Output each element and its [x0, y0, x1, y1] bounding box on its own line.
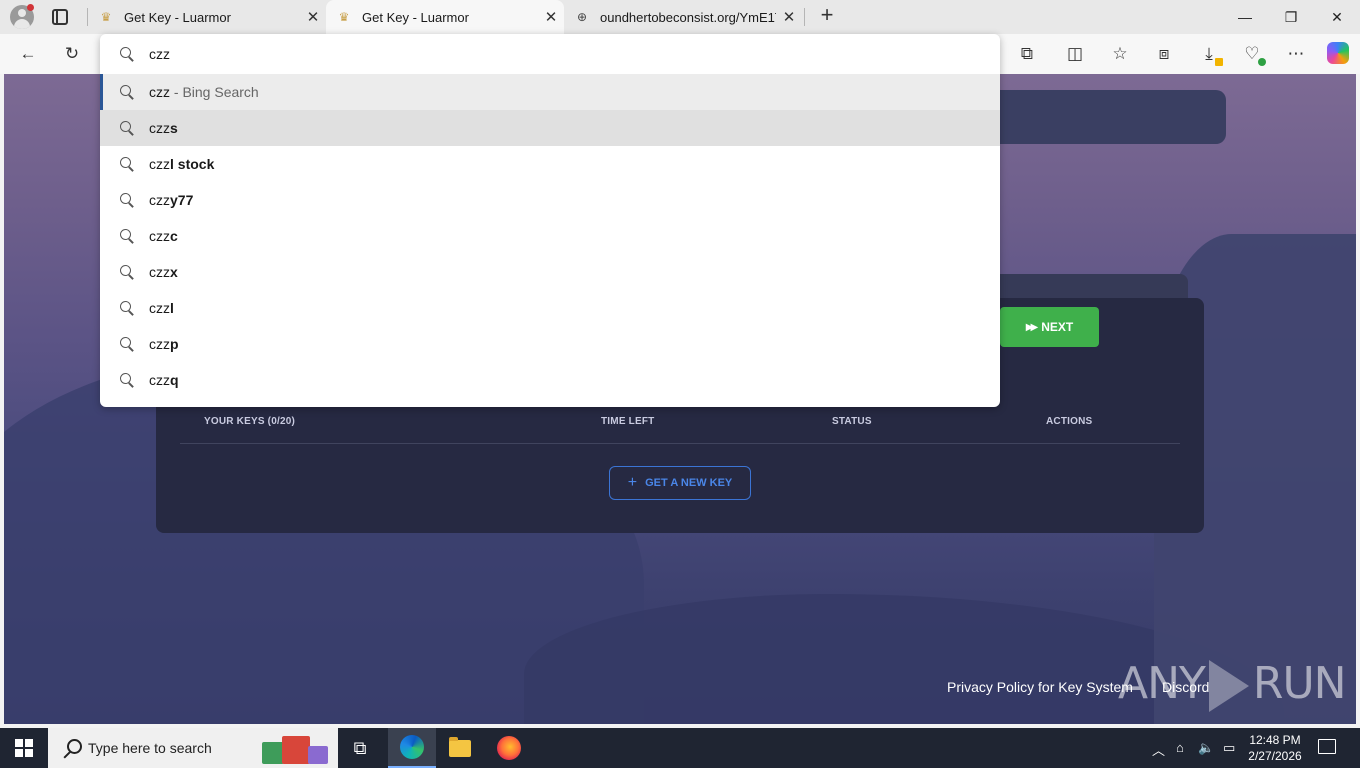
get-new-key-button[interactable]: + GET A NEW KEY [609, 466, 751, 500]
suggestion-text: czzl stock [149, 156, 215, 172]
taskbar-search-placeholder: Type here to search [88, 740, 212, 756]
next-button[interactable]: ▶▶ NEXT [1000, 307, 1099, 347]
favorites-icon[interactable]: ☆ [1108, 42, 1132, 66]
search-icon [118, 336, 134, 352]
suggestion-text: czzq [149, 372, 179, 388]
suggestion-item[interactable]: czzl [100, 290, 1000, 326]
chevron-up-icon[interactable]: ︿ [1152, 740, 1165, 759]
suggestion-text: czzp [149, 336, 179, 352]
volume-icon[interactable]: 🔈 [1198, 740, 1214, 756]
network-icon[interactable]: ▭ [1223, 740, 1235, 756]
close-window-button[interactable]: ✕ [1314, 0, 1360, 34]
tab-separator [87, 8, 88, 26]
search-icon [118, 264, 134, 280]
tab-get-key-2[interactable]: ♛ Get Key - Luarmor ✕ [326, 0, 564, 34]
collections-icon[interactable]: ⧈ [1152, 42, 1176, 66]
suggestion-text: czz - Bing Search [149, 84, 259, 100]
luarmor-favicon-icon: ♛ [338, 10, 350, 24]
search-icon [118, 300, 134, 316]
plus-icon: + [627, 474, 638, 491]
file-explorer-icon[interactable] [436, 728, 484, 768]
tab-title: Get Key - Luarmor [362, 9, 469, 25]
restore-button[interactable]: ❐ [1268, 0, 1314, 34]
windows-taskbar: Type here to search ⧉ ︿ ⌂ 🔈 ▭ 12:48 PM 2… [0, 728, 1360, 768]
edge-taskbar-icon[interactable] [388, 728, 436, 768]
tab-strip: ♛ Get Key - Luarmor ✕ ♛ Get Key - Luarmo… [0, 0, 1360, 34]
tab-title: Get Key - Luarmor [124, 9, 231, 25]
fast-forward-icon: ▶▶ [1025, 321, 1039, 333]
suggestion-item[interactable]: czzl stock [100, 146, 1000, 182]
warning-badge [1215, 58, 1223, 66]
suggestion-text: czzy77 [149, 192, 194, 208]
suggestion-text: czzc [149, 228, 178, 244]
tab-close-icon[interactable]: ✕ [300, 8, 326, 26]
globe-icon: ⊕ [576, 10, 588, 24]
status-badge [1258, 58, 1266, 66]
search-icon [118, 192, 134, 208]
tab-get-key-1[interactable]: ♛ Get Key - Luarmor ✕ [88, 0, 326, 34]
task-view-icon[interactable]: ⧉ [336, 728, 384, 768]
system-clock[interactable]: 12:48 PM 2/27/2026 [1244, 732, 1306, 764]
more-menu-icon[interactable]: ⋯ [1284, 42, 1308, 66]
browser-essentials-icon[interactable]: ♡ [1240, 42, 1266, 66]
address-input-text: czz [149, 46, 170, 62]
extensions-icon[interactable]: ⧉ [1015, 42, 1039, 66]
table-divider [180, 443, 1180, 444]
search-icon [118, 120, 134, 136]
col-header-actions: ACTIONS [1046, 416, 1093, 427]
selection-indicator [100, 74, 103, 110]
suggestion-item[interactable]: czzp [100, 326, 1000, 362]
suggestion-item[interactable]: czzc [100, 218, 1000, 254]
notification-center-icon[interactable] [1318, 739, 1336, 754]
col-header-status: STATUS [832, 416, 872, 427]
clock-date: 2/27/2026 [1248, 749, 1302, 763]
clock-time: 12:48 PM [1249, 733, 1301, 747]
search-icon [118, 84, 134, 100]
search-icon [118, 228, 134, 244]
suggestion-item[interactable]: czzq [100, 362, 1000, 398]
next-button-label: NEXT [1041, 320, 1074, 334]
address-bar-dropdown: czz czz - Bing Search czzs czzl stock czzy7… [100, 34, 1000, 407]
tab-close-icon[interactable]: ✕ [538, 8, 564, 26]
tab-close-icon[interactable]: ✕ [776, 8, 802, 26]
copilot-icon[interactable] [1327, 42, 1349, 64]
suggestion-text: czzs [149, 120, 178, 136]
split-screen-icon[interactable]: ◫ [1063, 42, 1087, 66]
meet-now-icon[interactable]: ⌂ [1176, 740, 1184, 755]
luarmor-favicon-icon: ♛ [100, 10, 112, 24]
minimize-button[interactable]: — [1222, 0, 1268, 34]
col-header-time-left: TIME LEFT [601, 416, 655, 427]
firefox-icon[interactable] [485, 728, 533, 768]
search-icon [62, 739, 82, 757]
address-input[interactable]: czz [100, 34, 1000, 74]
suggestion-item[interactable]: czz - Bing Search [100, 74, 1000, 110]
suggestion-item[interactable]: czzs [100, 110, 1000, 146]
back-icon[interactable]: ← [16, 42, 40, 66]
anyrun-watermark-logo: ANY RUN [1118, 658, 1347, 712]
windows-start-icon[interactable] [15, 739, 33, 757]
privacy-policy-link[interactable]: Privacy Policy for Key System [947, 679, 1133, 695]
search-icon [118, 156, 134, 172]
gifts-icon [262, 734, 332, 764]
header-panel [998, 90, 1226, 144]
search-icon [118, 372, 134, 388]
tab-external-site[interactable]: ⊕ oundhertobeconsist.org/YmE1TG ✕ [564, 0, 802, 34]
suggestion-text: czzl [149, 300, 174, 316]
tab-separator [804, 8, 805, 26]
taskbar-search[interactable]: Type here to search [48, 728, 338, 768]
tab-title: oundhertobeconsist.org/YmE1TG [600, 9, 776, 25]
search-icon [118, 46, 134, 62]
suggestion-item[interactable]: czzx [100, 254, 1000, 290]
col-header-keys: YOUR KEYS (0/20) [204, 416, 296, 427]
suggestion-text: czzx [149, 264, 178, 280]
refresh-icon[interactable]: ↻ [60, 42, 84, 66]
suggestion-item[interactable]: czzy77 [100, 182, 1000, 218]
get-key-label: GET A NEW KEY [645, 477, 733, 489]
notification-dot [27, 4, 34, 11]
downloads-icon[interactable]: ⤓ [1197, 42, 1223, 66]
tab-actions-icon[interactable] [52, 9, 68, 25]
new-tab-button[interactable]: + [816, 4, 838, 28]
